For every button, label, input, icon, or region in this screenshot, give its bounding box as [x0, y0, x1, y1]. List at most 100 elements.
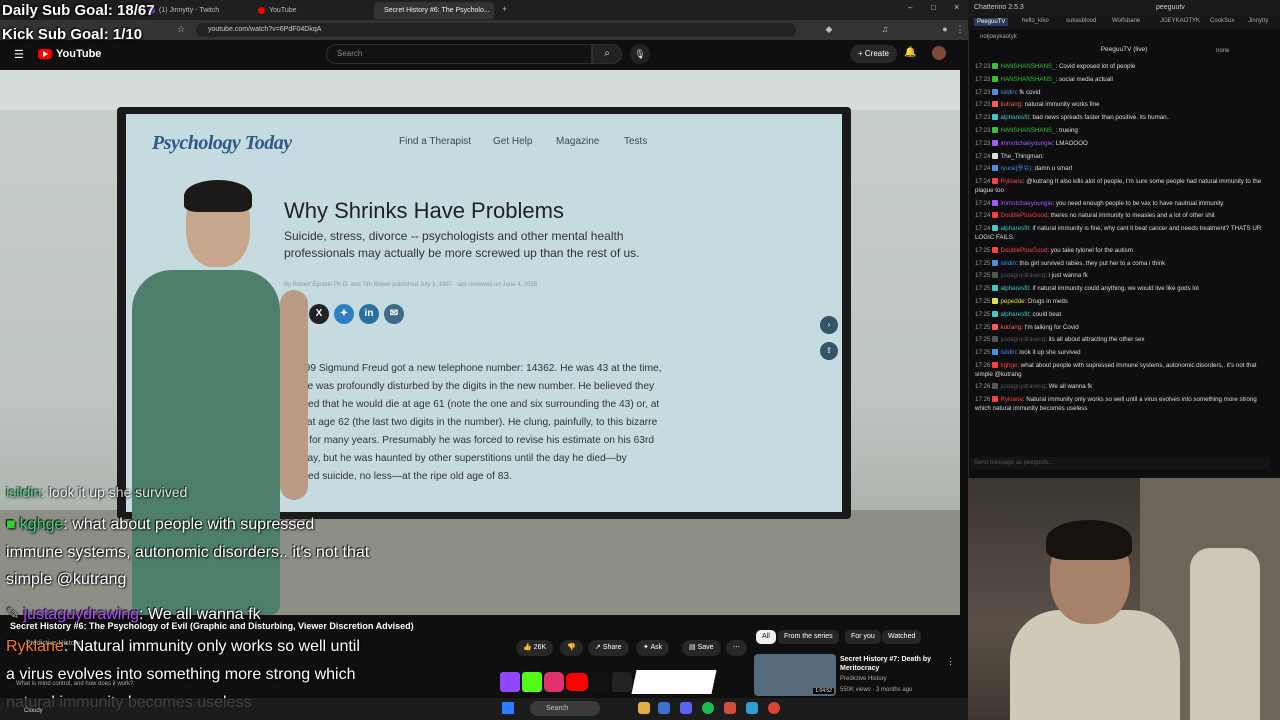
chat-message[interactable]: 17:24 ryuce(용유): damn u smart [975, 165, 1273, 174]
chat-message[interactable]: 17:25 justaguydrawing: i just wanna fk [975, 272, 1273, 281]
create-button[interactable]: + Create [850, 45, 897, 63]
new-tab-button[interactable]: + [502, 4, 507, 14]
more-options-icon[interactable]: ⋯ [726, 640, 747, 656]
file-explorer-icon[interactable] [638, 702, 650, 714]
chat-message[interactable]: 17:23 HANSHANSHANS_: Covid exposed lot of… [975, 63, 1273, 72]
search-input[interactable]: Search [326, 44, 592, 64]
chat-message[interactable]: 17:26 Ryklane: Natural immunity only work… [975, 396, 1273, 413]
chat-message[interactable]: 17:24 immotchaeyoungie: you need enough p… [975, 199, 1273, 209]
video-description[interactable]: What is mind control, and how does it wo… [16, 681, 133, 687]
url-field[interactable]: youtube.com/watch?v=6PdF04DkqA [196, 23, 796, 37]
chat-message[interactable]: 17:23 immotchaeyoungie: LMAOOOO [975, 139, 1273, 149]
message-username[interactable]: Ryklane [1000, 178, 1022, 185]
message-username[interactable]: justaguydrawing [1000, 272, 1045, 279]
chat-message[interactable]: 17:25 isildin: this girl survived rabies.… [975, 259, 1273, 269]
app-icon[interactable] [746, 702, 758, 714]
message-username[interactable]: HANSHANSHANS_ [1000, 127, 1055, 134]
recommended-title[interactable]: Secret History #7: Death by Meritocracy [840, 655, 940, 673]
message-username[interactable]: DoublePlusGood [1000, 247, 1047, 254]
chat-input[interactable]: Send message as peeguutv... [970, 457, 1270, 469]
chat-message[interactable]: 17:23 HANSHANSHANS_: trueing [975, 126, 1273, 136]
chat-message-list[interactable]: 17:23 HANSHANSHANS_: Covid exposed lot of… [975, 63, 1273, 458]
message-username[interactable]: The_Thingman [1000, 153, 1042, 160]
save-button[interactable]: ▤ Save [682, 640, 721, 656]
channel-name[interactable]: Predictive History [26, 640, 80, 647]
hamburger-menu-icon[interactable]: ☰ [14, 48, 24, 61]
chat-message[interactable]: 17:24 The_Thingman: [975, 152, 1273, 162]
chat-message[interactable]: 17:25 pepedde: Drugs in meds [975, 297, 1273, 307]
chat-tab[interactable]: Jinnytty [1248, 18, 1268, 24]
message-username[interactable]: kutrang [1000, 101, 1021, 108]
chat-message[interactable]: 17:25 alpharesfit: if natural immunity co… [975, 285, 1273, 294]
chat-tab[interactable]: Wolfsbane [1112, 18, 1140, 24]
chrome-icon[interactable] [768, 702, 780, 714]
youtube-logo[interactable]: YouTube [38, 48, 101, 60]
weather-widget[interactable]: Cloudy [24, 708, 43, 714]
chip-all[interactable]: All [756, 630, 776, 644]
dislike-button[interactable]: 👎 [560, 640, 583, 656]
message-username[interactable]: HANSHANSHANS_ [1000, 76, 1055, 83]
message-username[interactable]: ryuce(용유) [1000, 165, 1031, 172]
chat-message[interactable]: 17:23 HANSHANSHANS_: social media actuall [975, 75, 1273, 85]
chip-for-you[interactable]: For you [845, 630, 881, 644]
like-button[interactable]: 👍 26K [516, 640, 554, 656]
avatar[interactable] [932, 46, 946, 60]
discord-icon[interactable] [680, 702, 692, 714]
more-options-icon[interactable]: ⋮ [946, 656, 955, 667]
chip-watched[interactable]: Watched [882, 630, 922, 644]
message-username[interactable]: HANSHANSHANS_ [1000, 63, 1055, 70]
recommended-thumbnail[interactable]: 1:04:52 [754, 654, 836, 696]
chat-tab[interactable]: sukasblood [1066, 18, 1096, 24]
message-username[interactable]: Ryklane [1000, 396, 1022, 403]
extension-icon[interactable]: ♫ [880, 24, 890, 34]
extension-icon[interactable]: ◆ [824, 24, 834, 34]
chat-message[interactable]: 17:23 isildin: fk covid [975, 88, 1273, 98]
tab-youtube[interactable]: YouTube [252, 2, 362, 19]
chat-message[interactable]: 17:25 alpharesfit: could beat [975, 310, 1273, 320]
maximize-button[interactable]: □ [931, 3, 936, 12]
chat-message[interactable]: 17:26 kghge: what about people with supre… [975, 361, 1273, 379]
message-username[interactable]: pepedde [1000, 298, 1024, 305]
ask-button[interactable]: ✦ Ask [636, 640, 670, 656]
chat-message[interactable]: 17:23 kutrang: natural immunity works fin… [975, 101, 1273, 110]
chat-message[interactable]: 17:25 justaguydrawing: its all about attr… [975, 336, 1273, 345]
chat-message[interactable]: 17:23 alpharesfit: bad news spreads faste… [975, 114, 1273, 123]
chatterino-user[interactable]: peeguutv [1156, 4, 1185, 11]
microphone-icon[interactable]: 🎙 [630, 44, 650, 64]
message-username[interactable]: alpharesfit [1000, 225, 1029, 232]
bookmark-icon[interactable]: ☆ [176, 24, 186, 34]
message-username[interactable]: DoublePlusGood [1000, 212, 1047, 219]
channel-mode[interactable]: none [1216, 48, 1229, 54]
tab-secret-history[interactable]: Secret History #6: The Psycholo... [374, 2, 494, 19]
chip-from-series[interactable]: From the series [778, 630, 839, 644]
chat-message[interactable]: 17:25 isildin: look it up she survived [975, 349, 1273, 358]
chat-tab[interactable]: CookSux [1210, 18, 1234, 24]
spotify-icon[interactable] [702, 702, 714, 714]
chat-tab[interactable]: notjoeykaotyk [980, 34, 1017, 40]
close-button[interactable]: × [954, 2, 959, 12]
message-username[interactable]: justaguydrawing [1000, 383, 1045, 390]
message-username[interactable]: immotchaeyoungie [1000, 200, 1052, 207]
app-icon[interactable] [658, 702, 670, 714]
chat-message[interactable]: 17:25 kutrang: I'm talking for Covid [975, 323, 1273, 333]
chat-message[interactable]: 17:24 alpharesfit: if natural immunity is… [975, 225, 1273, 242]
chat-message[interactable]: 17:24 Ryklane: @kutrang It also kills alo… [975, 178, 1273, 195]
message-username[interactable]: kutrang [1000, 324, 1021, 331]
menu-dots-icon[interactable]: ⋮ [955, 24, 965, 34]
app-icon[interactable] [724, 702, 736, 714]
message-username[interactable]: kghge [1000, 362, 1017, 369]
chat-tab[interactable]: JOEYKAOTYK [1160, 18, 1200, 24]
chat-message[interactable]: 17:24 DoublePlusGood: theres no natural i… [975, 212, 1273, 221]
message-username[interactable]: alpharesfit [1000, 285, 1029, 292]
tab-twitch[interactable]: (1) Jinnytty - Twitch [142, 2, 246, 19]
message-username[interactable]: isildin [1000, 89, 1015, 96]
message-username[interactable]: isildin [1000, 349, 1015, 356]
taskbar-search[interactable]: Search [530, 701, 600, 716]
search-icon[interactable]: ⌕ [592, 44, 622, 64]
minimize-button[interactable]: – [908, 3, 912, 12]
notifications-bell-icon[interactable]: 🔔 [904, 47, 916, 58]
chat-tab[interactable]: PeeguuTV [974, 18, 1009, 26]
profile-icon[interactable]: ● [940, 24, 950, 34]
share-button[interactable]: ↗ Share [588, 640, 629, 656]
chat-message[interactable]: 17:26 justaguydrawing: We all wanna fk [975, 383, 1273, 392]
